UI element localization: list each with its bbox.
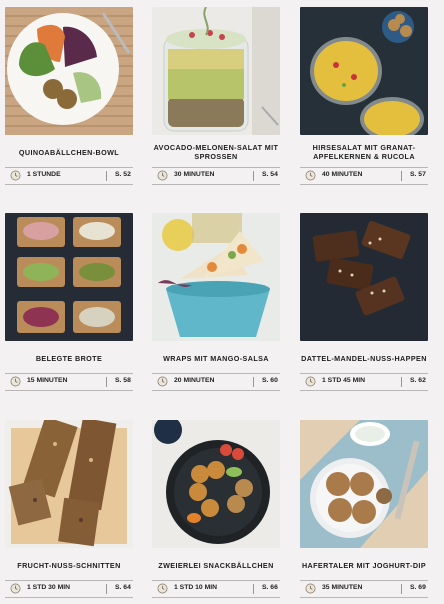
prep-time: 1 STUNDE [27, 171, 61, 178]
page-number: S. 58 [115, 377, 131, 384]
clock-icon [10, 583, 21, 594]
recipe-photo [152, 7, 280, 135]
recipe-photo [5, 213, 133, 341]
divider [106, 377, 107, 387]
page-number: S. 52 [115, 171, 131, 178]
divider [253, 377, 254, 387]
prep-time: 40 MINUTEN [322, 171, 363, 178]
page-number: S. 69 [410, 584, 426, 591]
divider [401, 171, 402, 181]
recipe-meta: 40 MINUTEN S. 57 [300, 167, 428, 185]
recipe-photo [152, 420, 280, 548]
clock-icon [157, 583, 168, 594]
clock-icon [305, 170, 316, 181]
recipe-title: AVOCADO-MELONEN-SALAT MIT SPROSSEN [153, 143, 279, 161]
recipe-photo [152, 213, 280, 341]
prep-time: 30 MINUTEN [174, 171, 215, 178]
clock-icon [157, 376, 168, 387]
prep-time: 15 MINUTEN [27, 377, 68, 384]
prep-time: 35 MINUTEN [322, 584, 363, 591]
recipe-meta: 1 STD 10 MIN S. 66 [152, 580, 280, 598]
recipe-title: BELEGTE BROTE [35, 353, 103, 363]
divider [401, 377, 402, 387]
recipe-title: ZWEIERLEI SNACKBÄLLCHEN [158, 560, 274, 570]
recipe-grid: QUINOABÄLLCHEN-BOWL 1 STUNDE S. 52 AVOCA… [0, 0, 444, 604]
recipe-photo [300, 7, 428, 135]
recipe-photo [300, 420, 428, 548]
prep-time: 1 STD 45 MIN [322, 377, 366, 384]
recipe-title: WRAPS MIT MANGO-SALSA [163, 353, 269, 363]
divider [401, 584, 402, 594]
divider [106, 171, 107, 181]
divider [253, 584, 254, 594]
recipe-meta: 20 MINUTEN S. 60 [152, 373, 280, 391]
page-number: S. 64 [115, 584, 131, 591]
divider [253, 171, 254, 181]
recipe-meta: 1 STD 30 MIN S. 64 [5, 580, 133, 598]
page-number: S. 60 [262, 377, 278, 384]
divider [106, 584, 107, 594]
recipe-title: HIRSESALAT MIT GRANAT-APFELKERNEN & RUCO… [312, 143, 416, 161]
recipe-photo [5, 7, 133, 135]
recipe-meta: 35 MINUTEN S. 69 [300, 580, 428, 598]
recipe-title: DATTEL-MANDEL-NUSS-HAPPEN [301, 353, 427, 363]
recipe-meta: 15 MINUTEN S. 58 [5, 373, 133, 391]
clock-icon [305, 583, 316, 594]
recipe-meta: 1 STUNDE S. 52 [5, 167, 133, 185]
page-number: S. 54 [262, 171, 278, 178]
recipe-title: FRUCHT-NUSS-SCHNITTEN [17, 560, 121, 570]
recipe-photo [5, 420, 133, 548]
recipe-meta: 30 MINUTEN S. 54 [152, 167, 280, 185]
recipe-title: HAFERTALER MIT JOGHURT-DIP [301, 560, 427, 570]
clock-icon [157, 170, 168, 181]
prep-time: 20 MINUTEN [174, 377, 215, 384]
recipe-title: QUINOABÄLLCHEN-BOWL [18, 147, 120, 157]
page-number: S. 57 [410, 171, 426, 178]
recipe-meta: 1 STD 45 MIN S. 62 [300, 373, 428, 391]
recipe-photo [300, 213, 428, 341]
page-number: S. 62 [410, 377, 426, 384]
prep-time: 1 STD 30 MIN [27, 584, 71, 591]
clock-icon [10, 170, 21, 181]
clock-icon [305, 376, 316, 387]
page-number: S. 66 [262, 584, 278, 591]
prep-time: 1 STD 10 MIN [174, 584, 218, 591]
clock-icon [10, 376, 21, 387]
